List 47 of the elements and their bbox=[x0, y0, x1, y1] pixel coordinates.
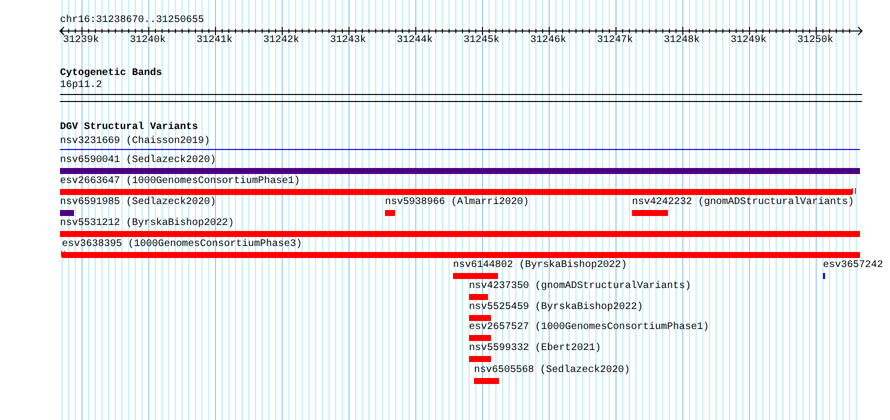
feature-bar[interactable] bbox=[469, 335, 491, 341]
feature-bar[interactable] bbox=[474, 378, 499, 384]
ruler-label: 31241k bbox=[196, 35, 233, 47]
feature-bar[interactable] bbox=[60, 168, 860, 174]
feature-label: nsv4237350 (gnomADStructuralVariants) bbox=[469, 281, 692, 292]
ruler-label: 31247k bbox=[597, 35, 634, 47]
band-label: 16p11.2 bbox=[60, 80, 102, 92]
track-title: Cytogenetic Bands bbox=[60, 68, 162, 80]
end-cap-icon bbox=[61, 251, 65, 257]
feature-label: nsv5531212 (ByrskaBishop2022) bbox=[60, 218, 234, 229]
ruler-label: 31248k bbox=[664, 35, 700, 47]
feature-bar[interactable] bbox=[453, 273, 498, 279]
location-label: chr16:31238670..31250655 bbox=[60, 15, 204, 27]
feature-bar[interactable] bbox=[60, 189, 852, 195]
ruler-label: 31243k bbox=[330, 35, 366, 47]
feature-label: nsv4242232 (gnomADStructuralVariants) bbox=[632, 197, 854, 208]
feature-bar[interactable] bbox=[385, 210, 395, 216]
ruler-label: 31249k bbox=[730, 35, 767, 47]
feature-bar[interactable] bbox=[632, 210, 668, 216]
feature-label: nsv5525459 (ByrskaBishop2022) bbox=[469, 302, 644, 313]
feature-label: nsv6591985 (Sedlazeck2020) bbox=[60, 197, 216, 208]
feature-bar[interactable] bbox=[469, 294, 488, 300]
feature-label: nsv5599332 (Ebert2021) bbox=[469, 343, 602, 354]
feature-bar[interactable] bbox=[60, 210, 74, 216]
feature-label: nsv6144802 (ByrskaBishop2022) bbox=[453, 260, 628, 271]
feature-bar[interactable] bbox=[62, 252, 860, 258]
end-cap-icon bbox=[852, 188, 856, 194]
ruler-label: 31246k bbox=[530, 35, 566, 47]
feature-label: esv2657527 (1000GenomesConsortiumPhase1) bbox=[469, 322, 710, 333]
ruler-label: 31245k bbox=[464, 35, 500, 47]
feature-label: nsv6590041 (Sedlazeck2020) bbox=[60, 155, 216, 166]
feature-label: esv3657242 bbox=[823, 260, 884, 271]
feature-bar[interactable] bbox=[469, 356, 491, 362]
feature-bar[interactable] bbox=[60, 231, 860, 237]
ruler-label: 31244k bbox=[396, 35, 433, 47]
feature-line[interactable] bbox=[60, 149, 860, 150]
ruler-label: 31242k bbox=[263, 35, 300, 47]
feature-label: nsv5938966 (Almarri2020) bbox=[385, 197, 530, 208]
feature-bar[interactable] bbox=[469, 315, 491, 321]
ruler-label: 31239k bbox=[63, 35, 100, 47]
ruler-label: 31240k bbox=[130, 35, 166, 47]
feature-label: esv2663647 (1000GenomesConsortiumPhase1) bbox=[60, 176, 300, 187]
ruler-label: 31250k bbox=[797, 35, 834, 47]
feature-label: nsv3231669 (Chaisson2019) bbox=[60, 136, 210, 147]
track-title: DGV Structural Variants bbox=[60, 122, 198, 134]
feature-label: esv3638395 (1000GenomesConsortiumPhase3) bbox=[62, 239, 302, 250]
feature-label: nsv6505568 (Sedlazeck2020) bbox=[474, 365, 630, 376]
